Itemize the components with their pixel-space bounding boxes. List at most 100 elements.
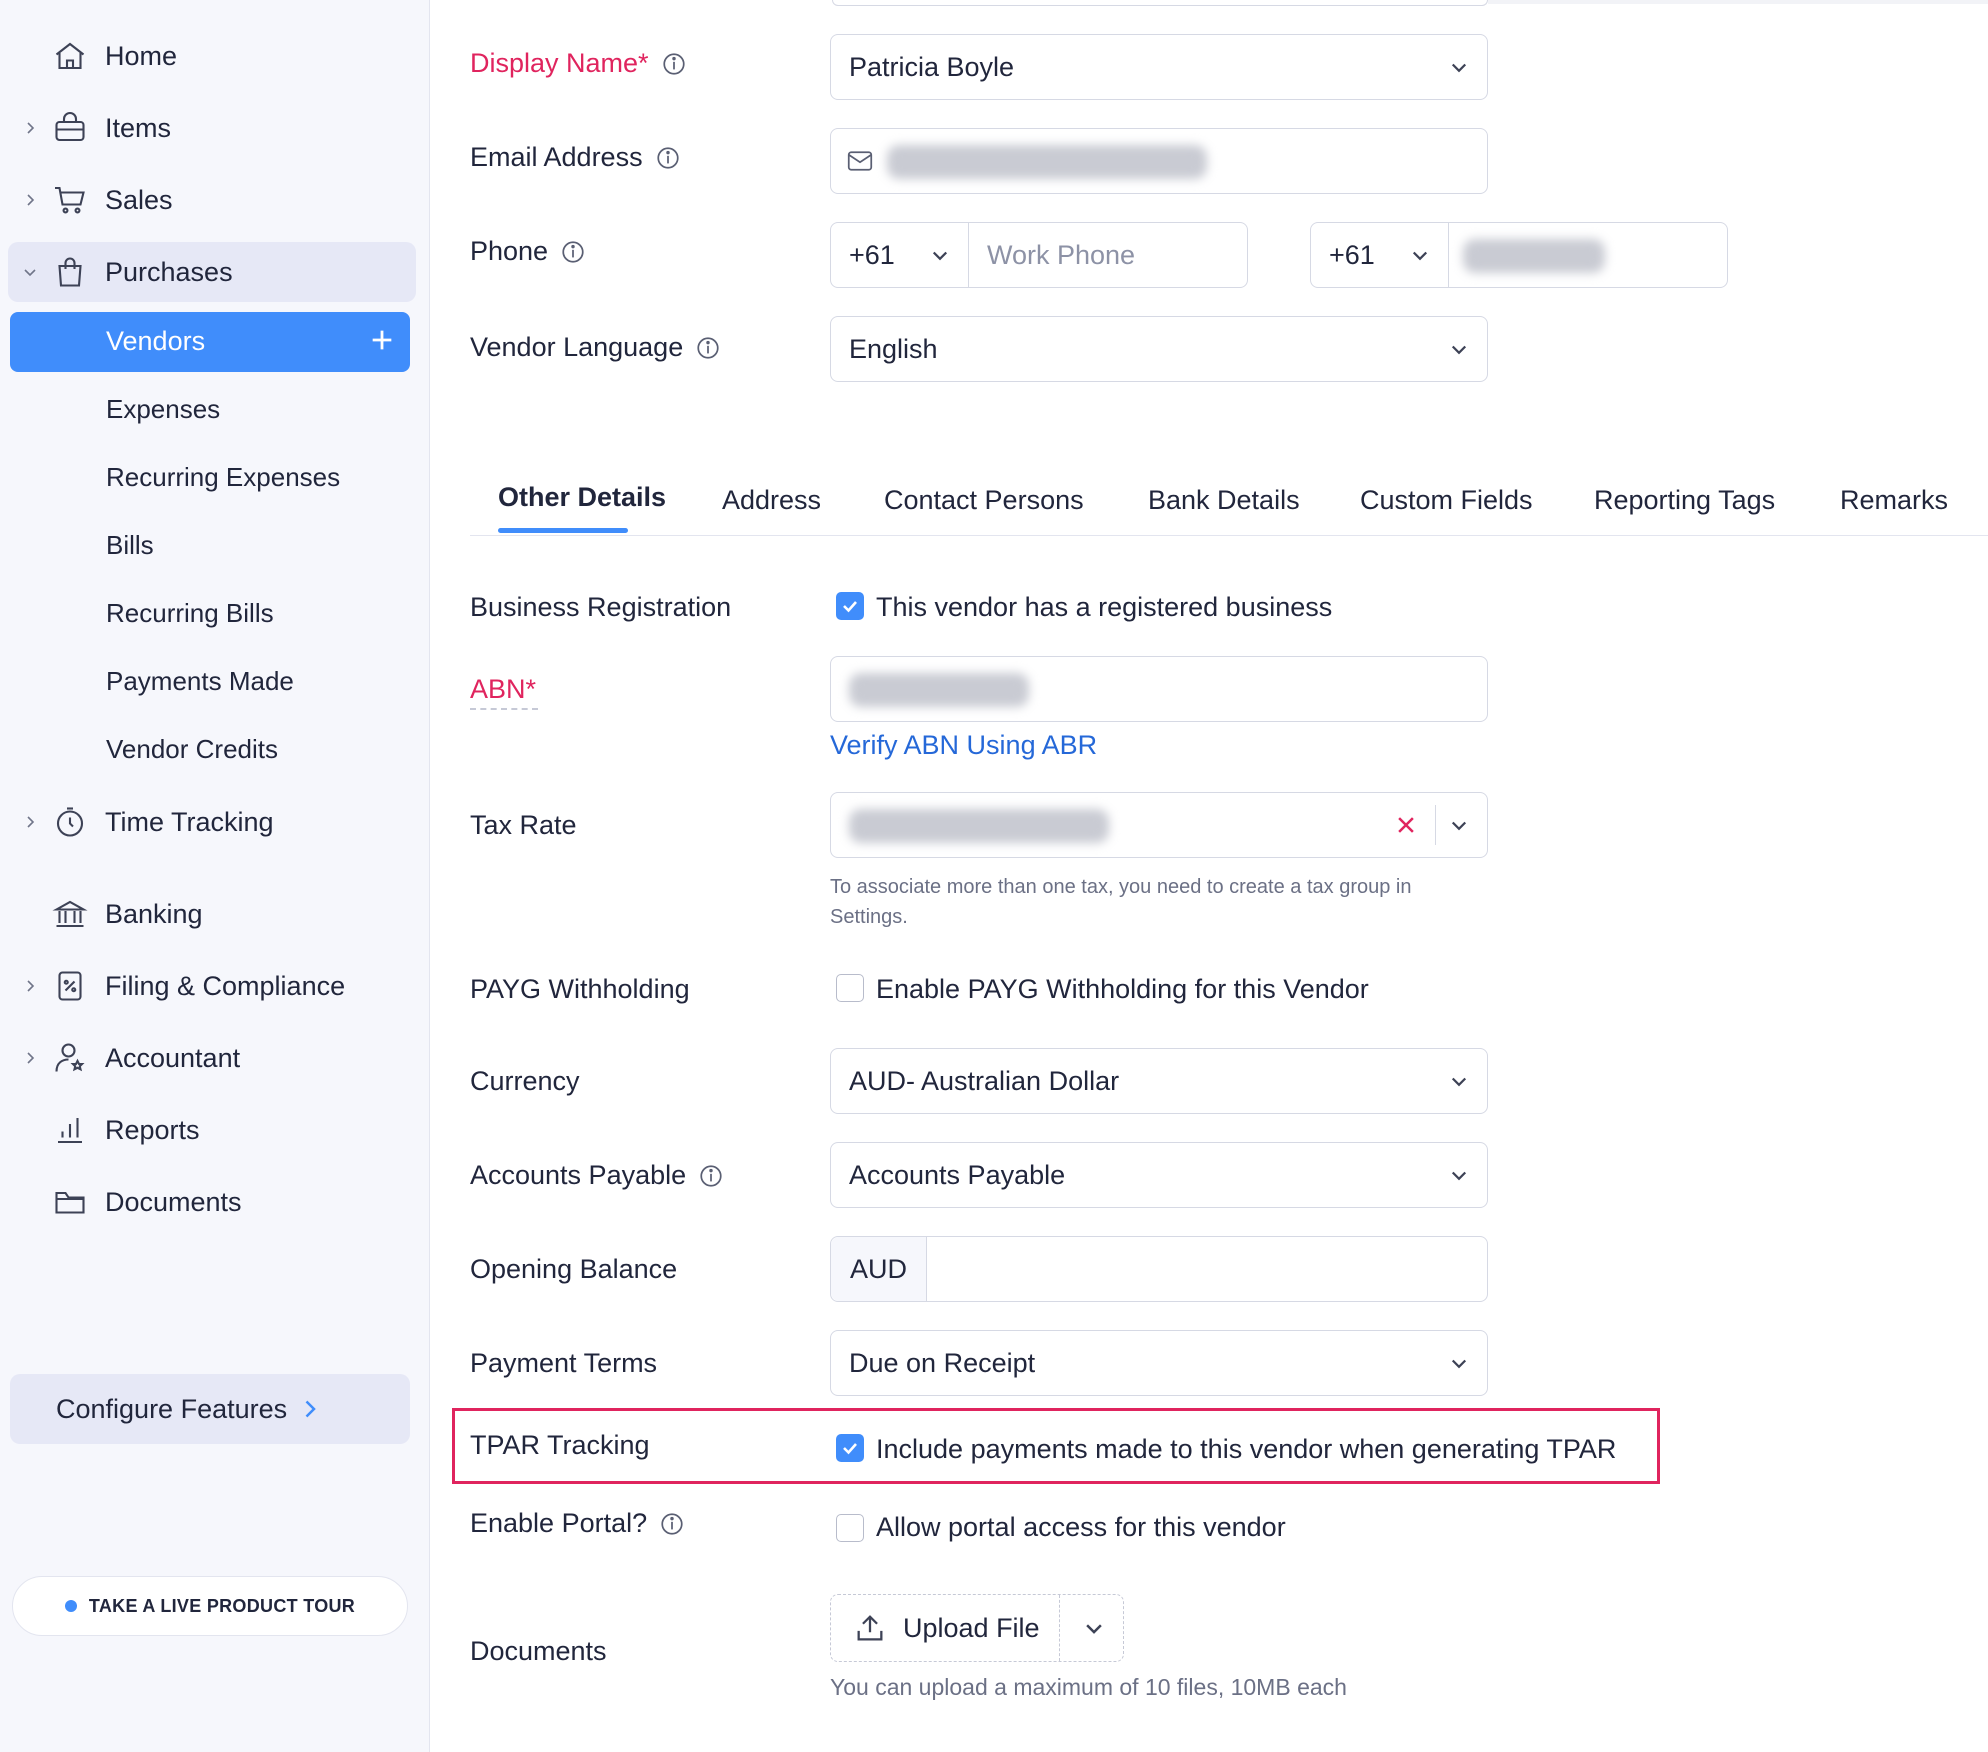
live-tour-button[interactable]: TAKE A LIVE PRODUCT TOUR: [12, 1576, 408, 1636]
chevron-down-icon: [1451, 63, 1467, 73]
tab-other-details[interactable]: Other Details: [498, 482, 666, 513]
nav-banking-label: Banking: [105, 898, 203, 929]
active-tab-indicator: [498, 528, 628, 533]
chevron-down-icon[interactable]: [1083, 1617, 1105, 1639]
nav-sales[interactable]: Sales: [0, 170, 430, 230]
nav-banking[interactable]: Banking: [0, 884, 430, 944]
upload-file-button[interactable]: Upload File: [830, 1594, 1124, 1662]
currency-select[interactable]: AUD- Australian Dollar: [830, 1048, 1488, 1114]
mobile-phone-group: +61: [1310, 222, 1728, 288]
nav-time-tracking[interactable]: Time Tracking: [0, 792, 430, 852]
currency-value: AUD- Australian Dollar: [849, 1065, 1120, 1096]
tax-hint-line-1: To associate more than one tax, you need…: [830, 876, 1412, 898]
business-reg-checkbox[interactable]: [836, 592, 864, 620]
business-reg-label: Business Registration: [470, 592, 732, 622]
info-icon[interactable]: [655, 145, 681, 171]
home-icon: [55, 42, 85, 70]
payment-terms-label: Payment Terms: [470, 1348, 658, 1378]
info-icon[interactable]: [661, 51, 687, 77]
abn-redacted: [849, 673, 1029, 707]
tab-remarks[interactable]: Remarks: [1840, 485, 1948, 516]
nav-home[interactable]: Home: [0, 26, 430, 86]
tab-contact-persons[interactable]: Contact Persons: [884, 485, 1084, 516]
live-tour-label: TAKE A LIVE PRODUCT TOUR: [88, 1595, 356, 1616]
nav-recurring-expenses[interactable]: Recurring Expenses: [106, 462, 340, 493]
tax-rate-select[interactable]: [830, 792, 1488, 858]
upload-hint: You can upload a maximum of 10 files, 10…: [830, 1674, 1347, 1700]
chevron-down-icon: [1451, 1171, 1467, 1181]
nav-recurring-bills[interactable]: Recurring Bills: [106, 598, 274, 629]
tab-reporting-tags[interactable]: Reporting Tags: [1594, 485, 1775, 516]
chevron-right-icon: [27, 1052, 35, 1064]
tab-address[interactable]: Address: [722, 485, 821, 516]
portal-checkbox[interactable]: [836, 1514, 864, 1542]
items-basket-icon: [55, 111, 85, 142]
nav-vendors-label: Vendors: [106, 326, 206, 356]
payment-terms-select[interactable]: Due on Receipt: [830, 1330, 1488, 1396]
mobile-phone-redacted[interactable]: [1463, 239, 1605, 273]
info-icon[interactable]: [698, 1163, 724, 1189]
nav-expenses[interactable]: Expenses: [106, 394, 220, 425]
language-select[interactable]: English: [830, 316, 1488, 382]
plus-icon[interactable]: [368, 326, 396, 354]
nav-bills[interactable]: Bills: [106, 530, 154, 561]
nav-filing[interactable]: Filing & Compliance: [0, 956, 430, 1016]
abn-input[interactable]: [830, 656, 1488, 722]
phone-label-text: Phone: [470, 236, 549, 266]
work-phone-group: +61 Work Phone: [830, 222, 1248, 288]
clear-icon[interactable]: [1395, 814, 1417, 836]
info-icon[interactable]: [659, 1511, 685, 1537]
info-icon[interactable]: [560, 239, 586, 265]
detail-tabs: Other Details Address Contact Persons Ba…: [470, 470, 1988, 536]
payg-label: PAYG Withholding: [470, 974, 690, 1004]
tax-rate-redacted: [849, 809, 1109, 843]
configure-features-button[interactable]: Configure Features: [10, 1374, 410, 1444]
verify-abn-link[interactable]: Verify ABN Using ABR: [830, 730, 1097, 761]
abn-label-underline: [470, 708, 538, 710]
chevron-right-icon: [305, 1400, 316, 1418]
chevron-right-icon: [27, 980, 35, 992]
nav-payments-made[interactable]: Payments Made: [106, 666, 294, 697]
mobile-phone-code-select[interactable]: +61: [1311, 223, 1449, 287]
nav-reports[interactable]: Reports: [0, 1100, 430, 1160]
payg-checkbox[interactable]: [836, 974, 864, 1002]
work-phone-code-select[interactable]: +61: [831, 223, 969, 287]
upload-file-label: Upload File: [903, 1612, 1040, 1643]
upload-icon: [857, 1615, 883, 1641]
tax-rate-label: Tax Rate: [470, 810, 577, 840]
nav-items[interactable]: Items: [0, 98, 430, 158]
tpar-checkbox[interactable]: [836, 1434, 864, 1462]
nav-vendor-credits[interactable]: Vendor Credits: [106, 734, 278, 765]
phone-label: Phone: [470, 236, 586, 267]
tax-rate-separator: [1435, 805, 1436, 845]
info-icon[interactable]: [695, 335, 721, 361]
bar-chart-icon: [58, 1118, 82, 1144]
portal-label: Enable Portal?: [470, 1508, 685, 1539]
chevron-right-icon: [27, 816, 35, 828]
nav-vendors[interactable]: [10, 312, 410, 372]
nav-time-tracking-label: Time Tracking: [105, 806, 274, 837]
ap-label: Accounts Payable: [470, 1160, 724, 1191]
nav-accountant[interactable]: Accountant: [0, 1028, 430, 1088]
email-redacted: [887, 145, 1207, 179]
ap-select[interactable]: Accounts Payable: [830, 1142, 1488, 1208]
email-input[interactable]: [830, 128, 1488, 194]
work-phone-input[interactable]: Work Phone: [987, 240, 1135, 271]
folder-icon: [55, 1191, 85, 1214]
currency-prefix: AUD: [831, 1237, 927, 1301]
chevron-down-icon: [1412, 251, 1428, 261]
portal-text: Allow portal access for this vendor: [876, 1512, 1286, 1542]
tab-custom-fields[interactable]: Custom Fields: [1360, 485, 1533, 516]
nav-purchases[interactable]: Purchases: [0, 242, 430, 302]
display-name-select[interactable]: Patricia Boyle: [830, 34, 1488, 100]
mobile-phone-code: +61: [1329, 239, 1375, 270]
tpar-text: Include payments made to this vendor whe…: [876, 1434, 1617, 1464]
nav-documents[interactable]: Documents: [0, 1172, 430, 1232]
checkmark-icon: [843, 601, 857, 613]
chevron-down-icon: [1451, 821, 1467, 831]
opening-balance-input[interactable]: AUD: [830, 1236, 1488, 1302]
opening-balance-label: Opening Balance: [470, 1254, 678, 1284]
ap-label-text: Accounts Payable: [470, 1160, 687, 1190]
tab-bank-details[interactable]: Bank Details: [1148, 485, 1300, 516]
chevron-right-icon: [27, 122, 35, 134]
